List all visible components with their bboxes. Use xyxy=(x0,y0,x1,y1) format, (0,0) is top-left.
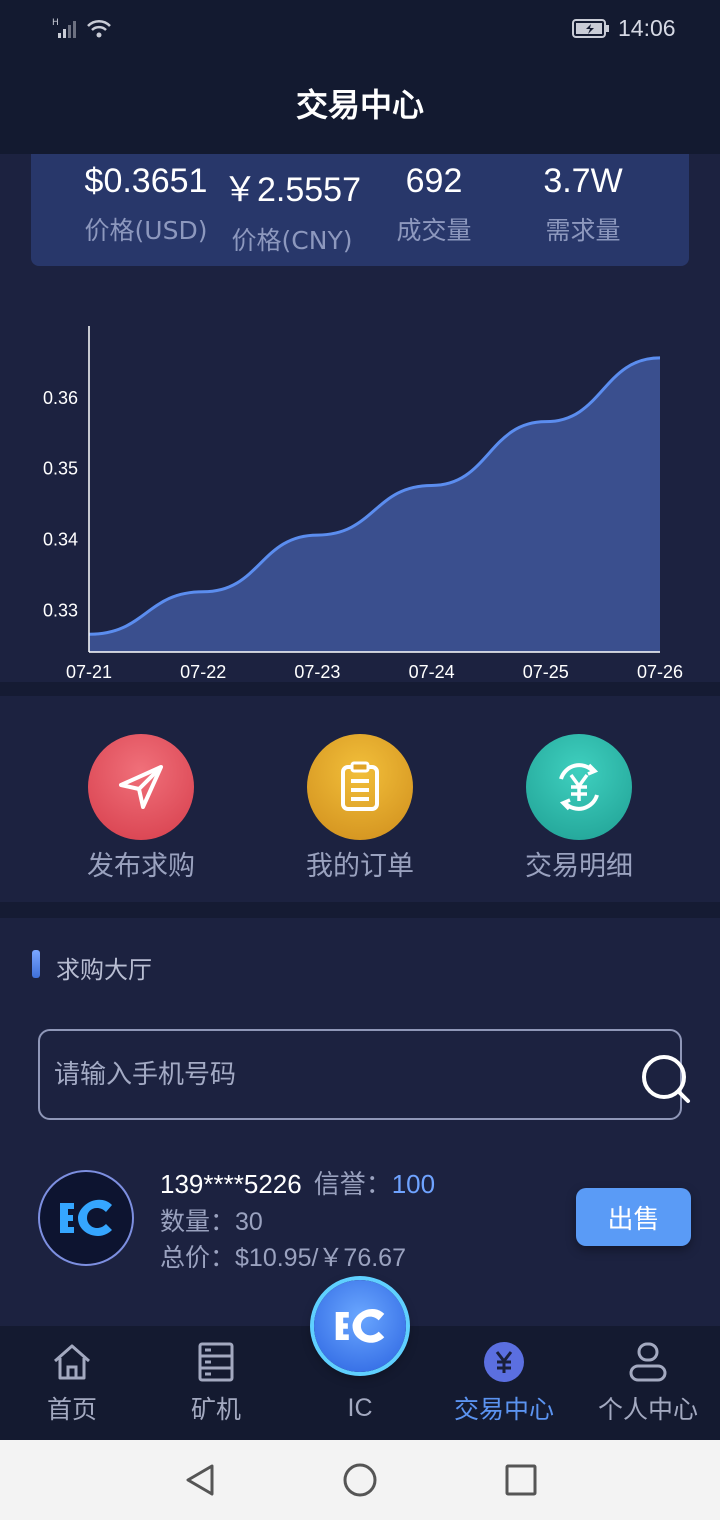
quantity-value: 30 xyxy=(235,1208,263,1236)
stat-demand: 3.7W 需求量 xyxy=(508,162,658,247)
tab-profile[interactable]: 个人中心 xyxy=(576,1340,720,1426)
stat-label: 价格(USD) xyxy=(84,216,208,245)
tab-miner[interactable]: 矿机 xyxy=(144,1340,288,1426)
yuan-coin-icon xyxy=(482,1340,526,1384)
stat-value: ￥2.5557 xyxy=(223,171,361,209)
server-icon xyxy=(194,1340,238,1384)
clipboard-icon xyxy=(307,734,413,840)
home-icon xyxy=(50,1340,94,1384)
search-icon[interactable] xyxy=(638,1051,694,1107)
y-tick-label: 0.34 xyxy=(43,530,78,550)
price-chart: 0.33 0.34 0.35 0.36 07-21 07-22 07-23 07-24 07-2… xyxy=(0,266,720,682)
tab-trading-center[interactable]: 交易中心 xyxy=(432,1340,576,1426)
x-tick-label: 07-26 xyxy=(637,662,683,682)
tab-home[interactable]: 首页 xyxy=(0,1340,144,1426)
y-tick-label: 0.36 xyxy=(43,388,78,408)
tab-label: 交易中心 xyxy=(453,1395,554,1424)
section-divider xyxy=(0,682,720,696)
x-tick-label: 07-22 xyxy=(180,662,226,682)
section-divider xyxy=(0,902,720,918)
transaction-details-button[interactable]: 交易明细 xyxy=(489,734,669,883)
user-icon xyxy=(626,1340,670,1384)
price-area-chart: 0.33 0.34 0.35 0.36 07-21 07-22 07-23 07-24 07-2… xyxy=(43,326,683,682)
stat-label: 成交量 xyxy=(396,216,472,245)
tab-ic-label[interactable]: IC xyxy=(288,1394,432,1423)
total-value: $10.95/￥76.67 xyxy=(235,1244,406,1272)
post-request-button[interactable]: 发布求购 xyxy=(51,734,231,883)
action-label: 我的订单 xyxy=(306,851,414,882)
x-tick-label: 07-25 xyxy=(523,662,569,682)
tab-label: 矿机 xyxy=(190,1395,241,1424)
phone-search-input[interactable] xyxy=(54,1053,574,1097)
avatar xyxy=(38,1170,134,1266)
total-label: 总价： xyxy=(160,1243,236,1272)
search-box xyxy=(38,1029,690,1120)
order-quantity: 数量：30 xyxy=(160,1202,263,1238)
stat-volume: 692 成交量 xyxy=(359,162,509,247)
stat-label: 价格(CNY) xyxy=(231,226,353,255)
back-icon[interactable] xyxy=(182,1462,222,1498)
page-title: 交易中心 xyxy=(295,86,424,124)
purchase-hall: 求购大厅 139****5226 信誉：100 数量：30 总价：$10.95/￥… xyxy=(0,918,720,1326)
stat-value: 692 xyxy=(405,162,463,200)
sell-button[interactable]: 出售 xyxy=(576,1188,691,1246)
x-tick-label: 07-23 xyxy=(294,662,340,682)
y-tick-label: 0.33 xyxy=(43,600,78,620)
x-tick-label: 07-21 xyxy=(66,662,112,682)
section-marker xyxy=(32,950,40,978)
recent-apps-icon[interactable] xyxy=(502,1462,542,1498)
order-total: 总价：$10.95/￥76.67 xyxy=(160,1238,406,1274)
action-label: 交易明细 xyxy=(525,851,633,882)
clock: 14:06 xyxy=(618,15,676,41)
x-tick-label: 07-24 xyxy=(409,662,455,682)
stat-price-cny: ￥2.5557 价格(CNY) xyxy=(217,162,367,257)
app-header: 交易中心 xyxy=(0,56,720,154)
quantity-label: 数量： xyxy=(160,1207,236,1236)
ic-logo-icon xyxy=(60,1199,112,1236)
section-title: 求购大厅 xyxy=(56,956,152,984)
stat-label: 需求量 xyxy=(545,216,621,245)
send-icon xyxy=(88,734,194,840)
price-stats-card: $0.3651 价格(USD) ￥2.5557 价格(CNY) 692 成交量 … xyxy=(31,154,689,266)
quick-actions: 发布求购 我的订单 交易明细 xyxy=(0,696,720,902)
y-tick-label: 0.35 xyxy=(43,459,78,479)
tab-label: 个人中心 xyxy=(597,1395,698,1424)
yuan-exchange-icon xyxy=(526,734,632,840)
buyer-phone: 139****5226 xyxy=(160,1169,302,1199)
signal-icon: H xyxy=(52,16,112,40)
status-bar: H 14:06 xyxy=(0,0,720,56)
list-item: 139****5226 信誉：100 数量：30 总价：$10.95/￥76.67… xyxy=(0,1164,720,1274)
action-label: 发布求购 xyxy=(87,851,195,882)
chart-area-fill xyxy=(89,357,660,652)
credit-label: 信誉： xyxy=(313,1170,392,1200)
stat-value: $0.3651 xyxy=(84,162,208,200)
battery-icon xyxy=(572,19,610,38)
stat-price-usd: $0.3651 价格(USD) xyxy=(71,162,221,247)
system-navigation-bar xyxy=(0,1440,720,1520)
home-circle-icon[interactable] xyxy=(341,1462,381,1498)
svg-text:H: H xyxy=(52,18,59,28)
tab-label: 首页 xyxy=(46,1395,97,1424)
my-orders-button[interactable]: 我的订单 xyxy=(270,734,450,883)
ic-logo-icon xyxy=(335,1309,385,1343)
order-header: 139****5226 信誉：100 xyxy=(160,1164,435,1201)
ic-center-button[interactable] xyxy=(314,1280,406,1372)
credit-value: 100 xyxy=(391,1169,436,1199)
stat-value: 3.7W xyxy=(543,162,623,200)
